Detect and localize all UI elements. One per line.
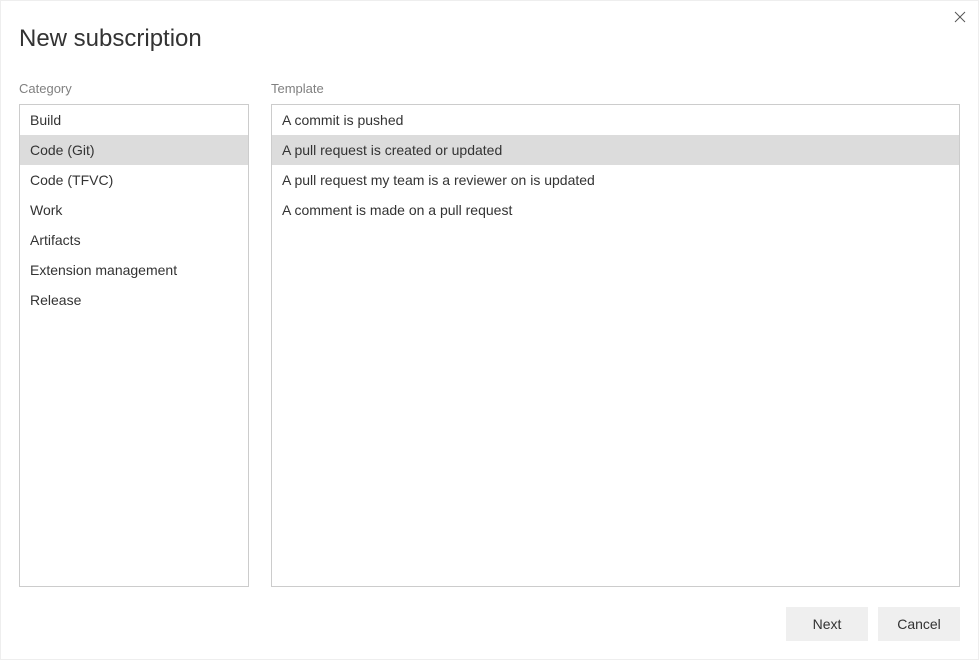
category-item[interactable]: Release (20, 285, 248, 315)
category-column: Category BuildCode (Git)Code (TFVC)WorkA… (19, 81, 249, 587)
dialog-footer: Next Cancel (19, 587, 960, 659)
category-item[interactable]: Code (TFVC) (20, 165, 248, 195)
category-item[interactable]: Artifacts (20, 225, 248, 255)
template-label: Template (271, 81, 960, 96)
cancel-button[interactable]: Cancel (878, 607, 960, 641)
template-item[interactable]: A comment is made on a pull request (272, 195, 959, 225)
close-button[interactable] (950, 7, 970, 27)
dialog-title: New subscription (19, 25, 960, 53)
category-item[interactable]: Code (Git) (20, 135, 248, 165)
category-item[interactable]: Work (20, 195, 248, 225)
new-subscription-dialog: New subscription Category BuildCode (Git… (0, 0, 979, 660)
columns: Category BuildCode (Git)Code (TFVC)WorkA… (19, 81, 960, 587)
category-label: Category (19, 81, 249, 96)
close-icon (954, 11, 966, 23)
category-item[interactable]: Extension management (20, 255, 248, 285)
category-listbox[interactable]: BuildCode (Git)Code (TFVC)WorkArtifactsE… (19, 104, 249, 587)
template-column: Template A commit is pushedA pull reques… (271, 81, 960, 587)
template-listbox[interactable]: A commit is pushedA pull request is crea… (271, 104, 960, 587)
category-item[interactable]: Build (20, 105, 248, 135)
template-item[interactable]: A commit is pushed (272, 105, 959, 135)
template-item[interactable]: A pull request is created or updated (272, 135, 959, 165)
next-button[interactable]: Next (786, 607, 868, 641)
template-item[interactable]: A pull request my team is a reviewer on … (272, 165, 959, 195)
